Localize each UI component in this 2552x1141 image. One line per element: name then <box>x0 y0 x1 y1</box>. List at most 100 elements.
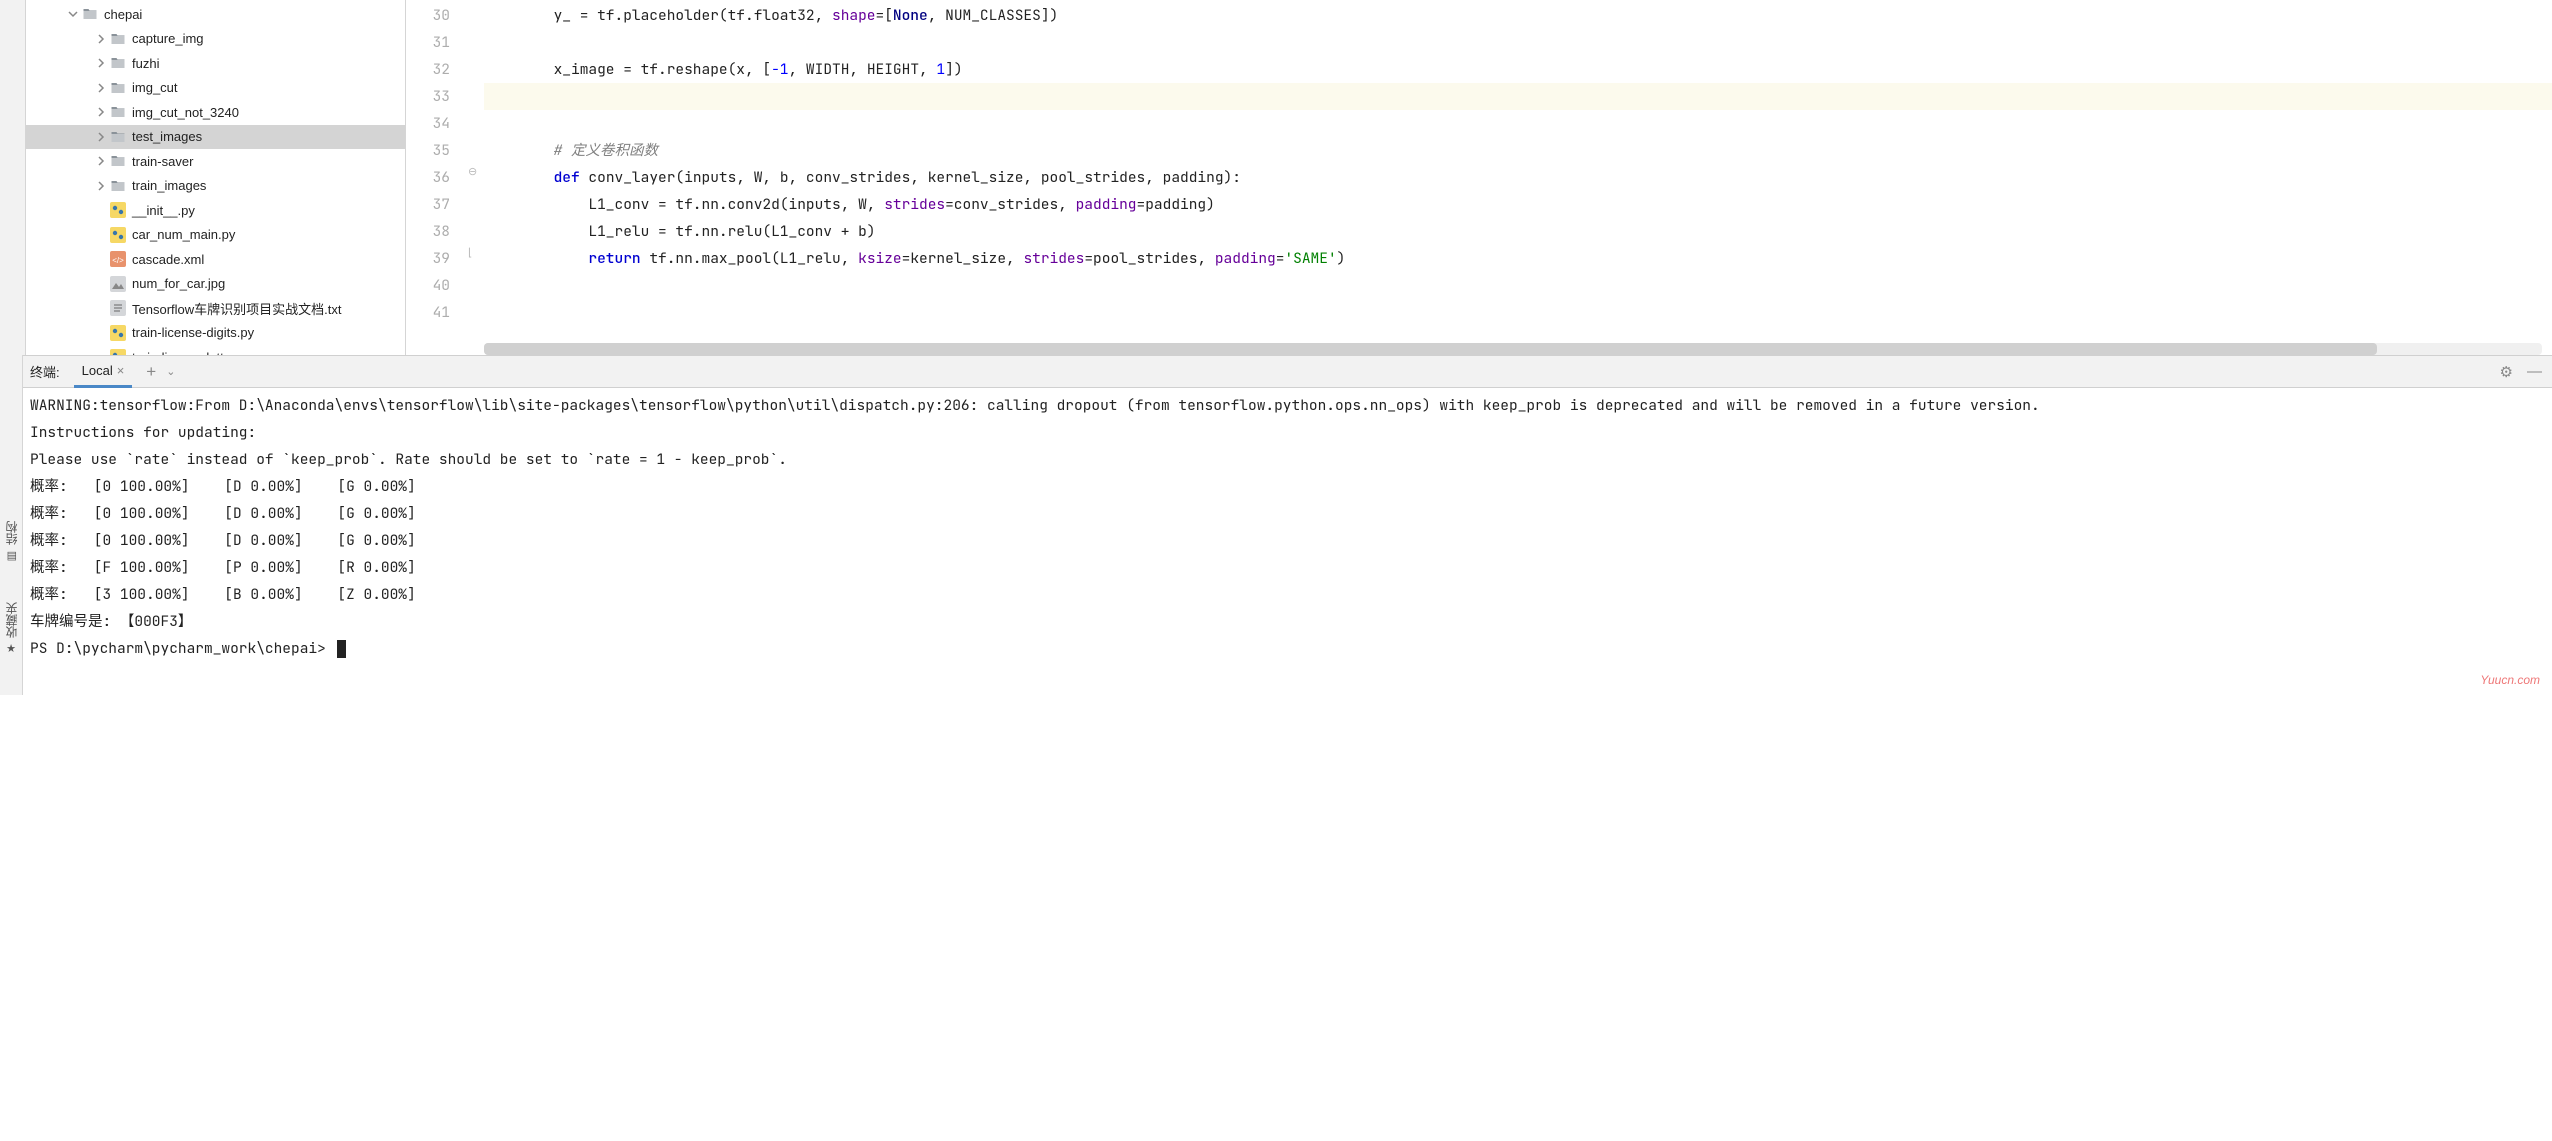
line-number: 32 <box>406 56 450 83</box>
tree-folder-train_images[interactable]: train_images <box>26 174 405 199</box>
terminal-prompt[interactable]: PS D:\pycharm\pycharm_work\chepai> <box>30 635 2546 662</box>
line-number: 36 <box>406 164 450 191</box>
tree-folder-fuzhi[interactable]: fuzhi <box>26 51 405 76</box>
structure-icon: ▤ <box>6 549 16 562</box>
code-content[interactable]: y_ = tf.placeholder(tf.float32, shape=[N… <box>484 0 2552 355</box>
code-line[interactable]: # 定义卷积函数 <box>484 137 2552 164</box>
tree-folder-capture_img[interactable]: capture_img <box>26 27 405 52</box>
terminal-line: 概率: [F 100.00%] [P 0.00%] [R 0.00%] <box>30 554 2546 581</box>
tree-label: __init__.py <box>132 203 195 218</box>
gear-icon[interactable]: ⚙ <box>2500 363 2513 381</box>
line-number: 37 <box>406 191 450 218</box>
tree-folder-train-saver[interactable]: train-saver <box>26 149 405 174</box>
scrollbar-thumb[interactable] <box>484 343 2377 355</box>
line-number: 39 <box>406 245 450 272</box>
code-line[interactable]: L1_relu = tf.nn.relu(L1_conv + b) <box>484 218 2552 245</box>
line-number: 38 <box>406 218 450 245</box>
terminal-line: WARNING:tensorflow:From D:\Anaconda\envs… <box>30 392 2546 419</box>
line-number: 35 <box>406 137 450 164</box>
code-line[interactable] <box>484 110 2552 137</box>
code-line[interactable] <box>484 272 2552 299</box>
structure-tab[interactable]: ▤ 结构 <box>3 521 20 562</box>
chevron-right-icon[interactable] <box>92 30 110 48</box>
tree-file[interactable]: </> cascade.xml <box>26 247 405 272</box>
tree-label: cascade.xml <box>132 252 204 267</box>
chevron-down-icon[interactable] <box>64 5 82 23</box>
terminal-tools: ⚙ — <box>2500 363 2552 381</box>
tree-file[interactable]: train-license-digits.py <box>26 321 405 346</box>
tree-label: img_cut_not_3240 <box>132 105 239 120</box>
fold-column[interactable]: ⊖ ⌊ <box>466 0 484 355</box>
main-layout: chepai capture_imgfuzhi img_cut img_cut_not… <box>0 0 2552 355</box>
structure-label: 结构 <box>3 521 20 545</box>
chevron-right-icon[interactable] <box>92 79 110 97</box>
tree-file[interactable]: car_num_main.py <box>26 223 405 248</box>
code-line[interactable] <box>484 299 2552 326</box>
tree-label: num_for_car.jpg <box>132 276 225 291</box>
chevron-right-icon[interactable] <box>92 177 110 195</box>
terminal-line: 车牌编号是: 【000F3】 <box>30 608 2546 635</box>
chevron-down-icon[interactable]: ⌄ <box>166 365 175 378</box>
chevron-right-icon[interactable] <box>92 128 110 146</box>
tree-label: train-license-digits.py <box>132 325 254 340</box>
tree-folder-img_cut_not_3240[interactable]: img_cut_not_3240 <box>26 100 405 125</box>
tree-label: Tensorflow车牌识别项目实战文档.txt <box>132 299 341 318</box>
code-line[interactable]: return tf.nn.max_pool(L1_relu, ksize=ker… <box>484 245 2552 272</box>
favorites-tab[interactable]: ★ 收藏夹 <box>3 602 20 655</box>
tree-label: capture_img <box>132 31 204 46</box>
line-number: 33 <box>406 83 450 110</box>
minimize-icon[interactable]: — <box>2527 363 2542 381</box>
favorites-label: 收藏夹 <box>3 602 20 638</box>
tree-folder-img_cut[interactable]: img_cut <box>26 76 405 101</box>
tree-label: fuzhi <box>132 56 159 71</box>
code-line[interactable] <box>484 83 2552 110</box>
code-line[interactable]: L1_conv = tf.nn.conv2d(inputs, W, stride… <box>484 191 2552 218</box>
horizontal-scrollbar[interactable] <box>484 343 2542 355</box>
project-tree-sidebar: chepai capture_imgfuzhi img_cut img_cut_not… <box>26 0 406 355</box>
terminal-tab-label: Local <box>82 363 113 378</box>
left-tool-strip <box>0 0 26 355</box>
tree-file[interactable]: num_for_car.jpg <box>26 272 405 297</box>
tree-file[interactable]: train-license-letters.py <box>26 345 405 355</box>
project-tree[interactable]: chepai capture_imgfuzhi img_cut img_cut_not… <box>26 0 405 355</box>
terminal-line: Instructions for updating: <box>30 419 2546 446</box>
terminal-panel: ▤ 结构 ★ 收藏夹 终端: Local × + ⌄ ⚙ — WARNING:t… <box>0 355 2552 695</box>
tree-folder-test_images[interactable]: test_images <box>26 125 405 150</box>
tree-file[interactable]: __init__.py <box>26 198 405 223</box>
line-number: 40 <box>406 272 450 299</box>
tree-label: car_num_main.py <box>132 227 235 242</box>
chevron-right-icon[interactable] <box>92 152 110 170</box>
fold-end-icon[interactable]: ⌊ <box>468 246 472 259</box>
terminal-line: 概率: [0 100.00%] [D 0.00%] [G 0.00%] <box>30 527 2546 554</box>
chevron-right-icon[interactable] <box>92 54 110 72</box>
tree-folder-root[interactable]: chepai <box>26 2 405 27</box>
cursor <box>337 640 346 658</box>
line-number: 30 <box>406 2 450 29</box>
terminal-line: 概率: [3 100.00%] [B 0.00%] [Z 0.00%] <box>30 581 2546 608</box>
terminal-tab-local[interactable]: Local × <box>74 356 133 388</box>
fold-marker-icon[interactable]: ⊖ <box>468 165 477 178</box>
close-icon[interactable]: × <box>117 363 125 378</box>
tree-file[interactable]: Tensorflow车牌识别项目实战文档.txt <box>26 296 405 321</box>
code-line[interactable]: y_ = tf.placeholder(tf.float32, shape=[N… <box>484 2 2552 29</box>
tree-label: test_images <box>132 129 202 144</box>
line-number: 41 <box>406 299 450 326</box>
terminal-line: 概率: [0 100.00%] [D 0.00%] [G 0.00%] <box>30 500 2546 527</box>
tree-label: train-saver <box>132 154 193 169</box>
line-number: 31 <box>406 29 450 56</box>
chevron-right-icon[interactable] <box>92 103 110 121</box>
code-line[interactable]: x_image = tf.reshape(x, [-1, WIDTH, HEIG… <box>484 56 2552 83</box>
svg-text:</>: </> <box>112 256 124 265</box>
code-line[interactable]: def conv_layer(inputs, W, b, conv_stride… <box>484 164 2552 191</box>
code-line[interactable] <box>484 29 2552 56</box>
code-editor[interactable]: 303132333435363738394041 ⊖ ⌊ y_ = tf.pla… <box>406 0 2552 355</box>
editor-gutter: 303132333435363738394041 <box>406 0 466 355</box>
line-number: 34 <box>406 110 450 137</box>
star-icon: ★ <box>6 642 16 655</box>
terminal-tab-bar: 终端: Local × + ⌄ ⚙ — <box>0 356 2552 388</box>
tree-label: chepai <box>104 7 142 22</box>
tree-label: img_cut <box>132 80 178 95</box>
terminal-line: 概率: [0 100.00%] [D 0.00%] [G 0.00%] <box>30 473 2546 500</box>
terminal-output[interactable]: WARNING:tensorflow:From D:\Anaconda\envs… <box>0 388 2552 695</box>
add-tab-button[interactable]: + <box>146 362 156 382</box>
